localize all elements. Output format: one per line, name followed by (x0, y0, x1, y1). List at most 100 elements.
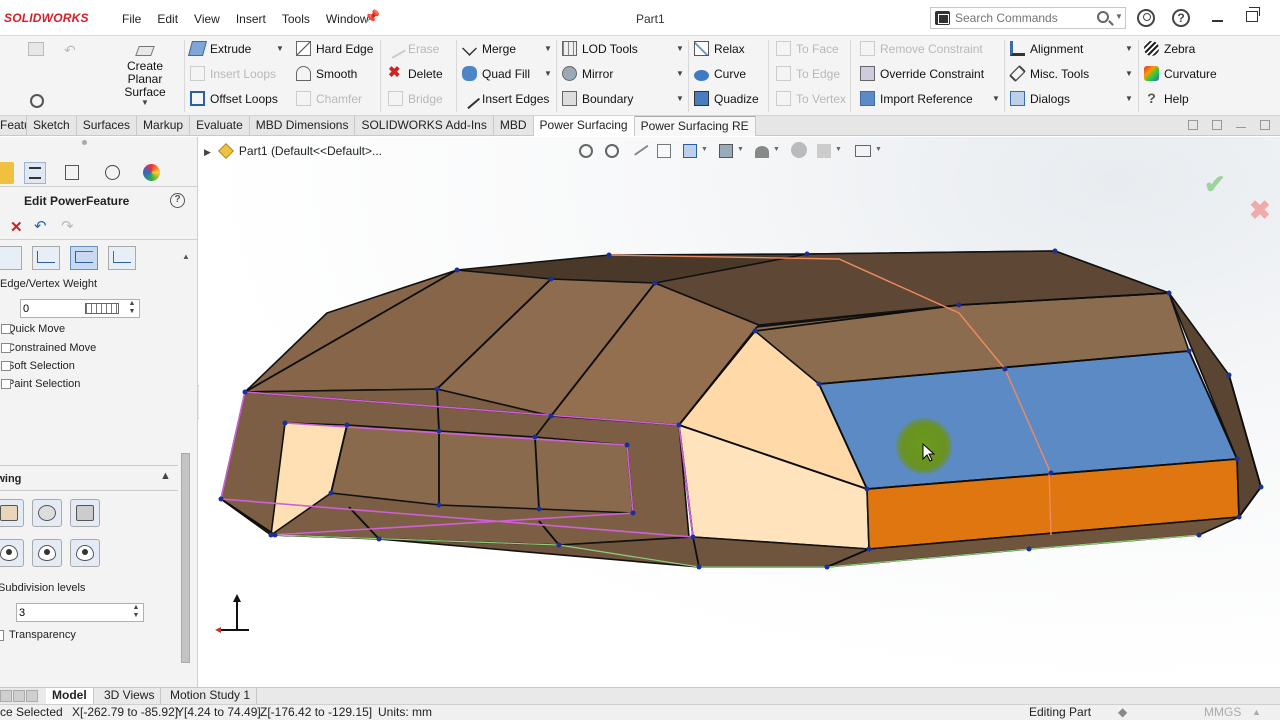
maximize-viewport-icon[interactable] (1260, 120, 1270, 130)
show-points-eye-icon[interactable] (70, 539, 100, 567)
apply-scene-icon[interactable] (817, 144, 831, 158)
panel-scrollbar[interactable] (178, 247, 193, 667)
show-cage-eye-icon[interactable] (0, 539, 24, 567)
menu-file[interactable]: File (114, 12, 149, 26)
tab-mbd[interactable]: MBD (494, 116, 534, 136)
dialogs-button[interactable]: Dialogs (1010, 90, 1070, 108)
feature-manager-tab-icon[interactable] (0, 162, 14, 184)
create-planar-surface-button[interactable]: Create Planar Surface (108, 46, 182, 99)
tab-solidworks-add-ins[interactable]: SOLIDWORKS Add-Ins (355, 116, 494, 136)
chevron-down-icon[interactable]: ▼ (773, 146, 780, 153)
chevron-down-icon[interactable]: ▼ (701, 146, 708, 153)
chevron-down-icon[interactable]: ▼ (737, 146, 744, 153)
options-gear-icon[interactable] (30, 94, 44, 108)
option-quick-move[interactable]: Quick Move (1, 323, 65, 335)
tab-markup[interactable]: Markup (137, 116, 191, 136)
zebra-button[interactable]: Zebra (1144, 40, 1195, 58)
hide-show-items-icon[interactable] (755, 146, 769, 158)
tab-power-surfacing-re[interactable]: Power Surfacing RE (634, 116, 756, 136)
chevron-down-icon[interactable]: ▼ (992, 90, 1000, 108)
subdivision-input[interactable] (19, 605, 119, 620)
quadize-button[interactable]: Quadize (694, 90, 759, 108)
subdivision-stepper[interactable]: ▲ ▼ (129, 604, 143, 621)
view-settings-icon[interactable] (855, 145, 871, 157)
insert-edges-button[interactable]: Insert Edges (458, 88, 549, 110)
smooth-shaded-button[interactable] (32, 499, 62, 527)
chevron-down-icon[interactable]: ▼ (276, 40, 284, 58)
subdivision-cage-model[interactable] (199, 137, 1280, 688)
quick-move-radio[interactable] (1, 324, 11, 334)
cage-view-button[interactable] (70, 499, 100, 527)
soft-selection-checkbox[interactable] (1, 361, 11, 371)
show-surface-eye-icon[interactable] (32, 539, 62, 567)
to-face-button[interactable]: To Face (776, 40, 839, 58)
next-tab-arrow-icon[interactable] (26, 690, 38, 702)
vertex-mode-button[interactable] (0, 246, 22, 270)
help-icon[interactable]: ? (1172, 9, 1190, 27)
section-view-icon[interactable] (657, 144, 671, 158)
chevron-down-icon[interactable]: ▼ (676, 90, 684, 108)
constrained-move-radio[interactable] (1, 343, 11, 353)
bridge-button[interactable]: Bridge (388, 90, 443, 108)
relax-button[interactable]: Relax (694, 40, 745, 58)
tab-motion-study-1[interactable]: Motion Study 1 (164, 688, 258, 704)
hard-edge-button[interactable]: Hard Edge (296, 40, 373, 58)
alignment-button[interactable]: Alignment (1010, 40, 1083, 58)
restore-icon[interactable] (1246, 7, 1260, 22)
menu-view[interactable]: View (186, 12, 228, 26)
weight-field[interactable]: ▲▼ (20, 299, 140, 318)
merge-button[interactable]: Merge (462, 40, 516, 58)
remove-constraint-button[interactable]: Remove Constraint (860, 40, 983, 58)
import-reference-button[interactable]: Import Reference (860, 90, 973, 108)
cancel-x-icon[interactable]: ✖ (1249, 195, 1271, 226)
tab-sketch[interactable]: Sketch (27, 116, 77, 136)
menu-tools[interactable]: Tools (274, 12, 318, 26)
collapse-icon[interactable]: ▲ (160, 470, 171, 482)
tile-right-icon[interactable] (1212, 120, 1222, 130)
chevron-down-icon[interactable]: ▼ (544, 65, 552, 83)
help-icon[interactable]: ? (170, 193, 185, 208)
transparency-checkbox[interactable] (0, 630, 4, 641)
chevron-down-icon[interactable]: ▼ (141, 94, 149, 112)
expand-arrow-icon[interactable]: ▶ (204, 147, 211, 157)
paint-selection-checkbox[interactable] (1, 379, 11, 389)
search-icon[interactable] (1097, 11, 1109, 23)
tab-evaluate[interactable]: Evaluate (190, 116, 250, 136)
tab-3d-views[interactable]: 3D Views (98, 688, 162, 704)
face-mode-button[interactable] (70, 246, 98, 270)
display-section-header[interactable]: Drawing ▲ (0, 465, 178, 491)
menu-edit[interactable]: Edit (149, 12, 186, 26)
status-unit-system[interactable]: MMGS (1204, 705, 1241, 720)
status-rebuild-icon[interactable]: ◆ (1118, 705, 1127, 720)
misc-tools-button[interactable]: Misc. Tools (1009, 65, 1089, 83)
save-icon[interactable] (28, 42, 44, 56)
erase-button[interactable]: Erase (385, 38, 439, 60)
menu-insert[interactable]: Insert (228, 12, 274, 26)
lod-tools-button[interactable]: LOD Tools (562, 40, 638, 58)
extrude-button[interactable]: Extrude (187, 40, 251, 58)
chevron-down-icon[interactable]: ▼ (676, 40, 684, 58)
weight-stepper[interactable]: ▲ ▼ (125, 300, 139, 317)
undo-icon[interactable]: ↶ (34, 217, 47, 235)
confirm-checkmark-icon[interactable]: ✔ (1204, 169, 1226, 200)
panel-grip[interactable] (82, 140, 87, 145)
smooth-button[interactable]: Smooth (296, 65, 357, 83)
tab-features[interactable]: Features (0, 116, 27, 136)
dimxpert-tab-icon[interactable] (102, 162, 124, 184)
tab-surfaces[interactable]: Surfaces (77, 116, 138, 136)
override-constraint-button[interactable]: Override Constraint (860, 65, 984, 83)
help-button[interactable]: ? Help (1144, 90, 1188, 108)
zoom-to-fit-icon[interactable] (579, 144, 593, 158)
chamfer-button[interactable]: Chamfer (296, 90, 362, 108)
redo-icon[interactable]: ↷ (61, 217, 74, 235)
subdivision-field[interactable]: ▲▼ (16, 603, 144, 622)
boundary-button[interactable]: Boundary (562, 90, 633, 108)
graphics-area[interactable]: ▶ Part1 (Default<<Default>... ▼ ▼ ▼ ▼ ▼ ✔… (199, 137, 1280, 688)
curve-button[interactable]: Curve (694, 65, 746, 83)
chevron-down-icon[interactable]: ▼ (544, 40, 552, 58)
chevron-down-icon[interactable]: ▼ (676, 65, 684, 83)
edit-appearance-icon[interactable] (791, 142, 807, 158)
option-soft-selection[interactable]: Soft Selection (1, 360, 75, 372)
chevron-up-icon[interactable]: ▲ (1252, 705, 1261, 720)
tab-model[interactable]: Model (46, 688, 94, 704)
